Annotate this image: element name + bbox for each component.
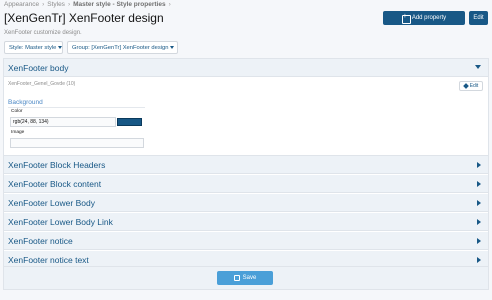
chevron-right-icon [477,162,481,168]
caret-down-icon [58,46,63,49]
edit-property-button[interactable]: Edit [459,81,483,91]
pencil-icon [462,83,469,89]
edit-group-button[interactable]: Edit [469,11,488,25]
section-header-lower-body[interactable]: XenFooter Lower Body [4,194,488,212]
section-label: XenFooter Block content [8,178,102,189]
breadcrumb-separator: › [42,1,45,8]
chevron-right-icon [477,257,481,263]
breadcrumb-separator: › [168,1,171,8]
color-field-label: Color [11,109,23,114]
color-swatch[interactable] [117,118,142,126]
breadcrumb-appearance[interactable]: Appearance [4,1,39,8]
section-header-notice[interactable]: XenFooter notice [4,232,488,250]
style-filter-label: Style: Master style [9,44,57,51]
section-label: XenFooter notice [8,235,73,246]
background-group-title: Background [8,99,145,108]
section-label: XenFooter Lower Body [8,197,95,208]
property-name: XenFooter_Genel_Govde (10) [8,81,76,87]
section-header-block-content[interactable]: XenFooter Block content [4,175,488,193]
save-disk-icon [233,275,240,281]
image-input[interactable] [10,138,144,148]
breadcrumb-style-properties[interactable]: Master style - Style properties [73,1,165,8]
style-filter-dropdown[interactable]: Style: Master style [4,41,63,54]
save-button-label: Save [242,275,257,281]
style-properties-container: XenFooter body XenFooter_Genel_Govde (10… [3,58,489,290]
add-property-button[interactable]: Add property [383,11,465,25]
breadcrumb-styles[interactable]: Styles [47,1,65,8]
section-label: XenFooter body [8,62,69,73]
caret-down-icon [170,46,175,49]
section-header-lower-body-link[interactable]: XenFooter Lower Body Link [4,213,488,231]
save-button[interactable]: Save [217,271,273,285]
group-filter-dropdown[interactable]: Group: [XenGenTr] XenFooter design [67,41,178,54]
chevron-down-icon [475,65,481,69]
breadcrumb-separator: › [67,1,71,8]
edit-property-label: Edit [469,83,479,89]
color-input-value: rgb(24, 88, 134) [13,119,49,125]
section-label: XenFooter notice text [8,254,89,265]
chevron-right-icon [477,238,481,244]
section-label: XenFooter Lower Body Link [8,216,113,227]
section-header-xenfooter-body[interactable]: XenFooter body [4,59,488,77]
plus-square-icon [401,13,411,24]
chevron-right-icon [477,200,481,206]
image-field-label: Image [11,130,25,135]
color-input[interactable]: rgb(24, 88, 134) [10,117,116,127]
section-header-block-headers[interactable]: XenFooter Block Headers [4,156,488,174]
chevron-right-icon [477,181,481,187]
section-label: XenFooter Block Headers [8,159,106,170]
breadcrumb: Appearance › Styles › Master style - Sty… [4,1,174,8]
add-property-label: Add property [411,15,447,21]
form-submit-row: Save [3,266,489,290]
xenfooter-body-panel: XenFooter_Genel_Govde (10) Edit Backgrou… [4,77,488,156]
page-title: [XenGenTr] XenFooter design [4,11,164,25]
chevron-right-icon [477,219,481,225]
group-filter-label: Group: [XenGenTr] XenFooter design [72,44,169,51]
page-description: XenFooter customize design. [4,30,82,36]
